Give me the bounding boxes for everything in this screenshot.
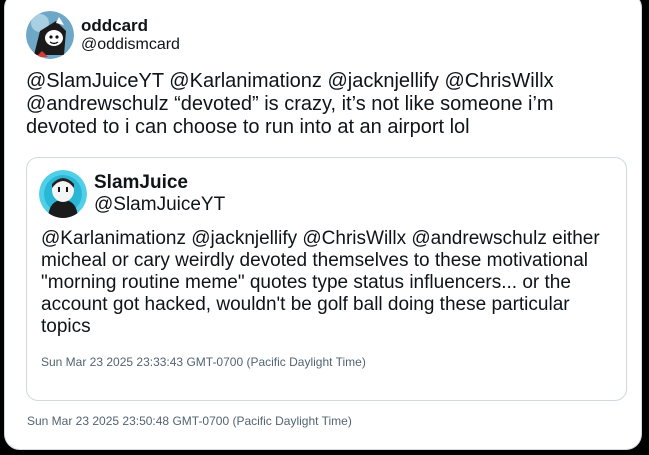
tweet-author[interactable]: oddcard @oddismcard (26, 11, 180, 59)
quoted-tweet-text: @Karlanimationz @jacknjellify @ChrisWill… (41, 228, 600, 337)
author-display-name[interactable]: oddcard (81, 16, 180, 35)
avatar[interactable] (26, 11, 74, 59)
tweet-timestamp[interactable]: Sun Mar 23 2025 23:50:48 GMT-0700 (Pacif… (27, 414, 352, 428)
quoted-author-handle[interactable]: @SlamJuiceYT (94, 194, 225, 216)
tweet-card: oddcard @oddismcard @SlamJuiceYT @Karlan… (4, 0, 642, 450)
tweet-text: @SlamJuiceYT @Karlanimationz @jacknjelli… (26, 70, 554, 138)
quoted-tweet-timestamp[interactable]: Sun Mar 23 2025 23:33:43 GMT-0700 (Pacif… (41, 355, 366, 369)
quoted-tweet[interactable]: SlamJuice @SlamJuiceYT @Karlanimationz @… (26, 157, 627, 401)
quoted-avatar[interactable] (39, 170, 87, 218)
author-handle[interactable]: @oddismcard (81, 35, 180, 54)
quoted-tweet-author[interactable]: SlamJuice @SlamJuiceYT (39, 170, 225, 218)
quoted-author-display-name[interactable]: SlamJuice (94, 172, 225, 194)
